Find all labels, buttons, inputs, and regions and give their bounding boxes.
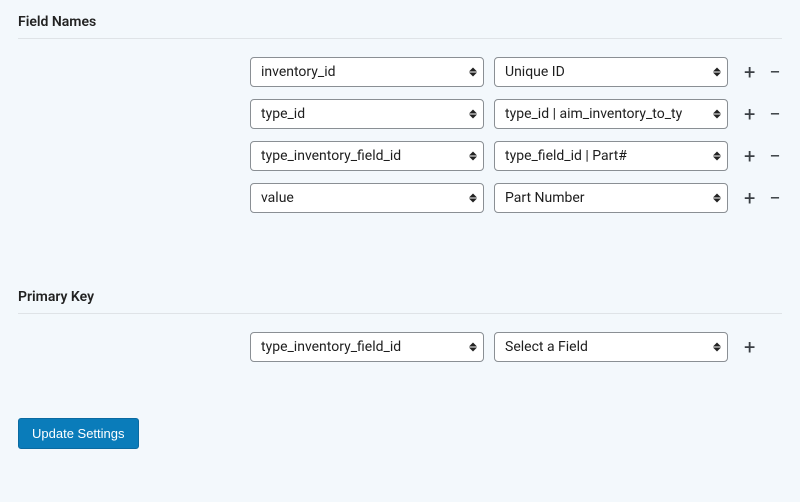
- select-arrows-icon: [713, 343, 721, 352]
- section-heading-field-names: Field Names: [18, 10, 782, 38]
- select-value: Unique ID: [505, 64, 565, 80]
- field-source-select[interactable]: type_id: [250, 99, 484, 129]
- primary-key-rows: type_inventory_field_id Select a Field +: [18, 332, 782, 362]
- field-source-select[interactable]: value: [250, 183, 484, 213]
- select-arrows-icon: [713, 68, 721, 77]
- row-actions: + −: [744, 146, 781, 166]
- add-row-button[interactable]: +: [744, 104, 755, 124]
- select-arrows-icon: [713, 110, 721, 119]
- field-source-select[interactable]: type_inventory_field_id: [250, 141, 484, 171]
- primary-key-section: Primary Key type_inventory_field_id Sele…: [18, 285, 782, 362]
- update-settings-button[interactable]: Update Settings: [18, 418, 139, 449]
- select-value: value: [261, 190, 294, 206]
- select-value: inventory_id: [261, 64, 336, 80]
- select-value: type_inventory_field_id: [261, 339, 401, 355]
- row-actions: + −: [744, 104, 781, 124]
- row-actions: + −: [744, 62, 781, 82]
- field-row: value Part Number + −: [250, 183, 782, 213]
- field-target-select[interactable]: type_field_id | Part#: [494, 141, 728, 171]
- select-arrows-icon: [469, 110, 477, 119]
- select-arrows-icon: [713, 194, 721, 203]
- field-row: type_inventory_field_id type_field_id | …: [250, 141, 782, 171]
- field-names-rows: inventory_id Unique ID + − type_id type_…: [18, 57, 782, 213]
- field-target-select[interactable]: Part Number: [494, 183, 728, 213]
- select-arrows-icon: [713, 152, 721, 161]
- remove-row-button[interactable]: −: [769, 104, 780, 124]
- section-heading-primary-key: Primary Key: [18, 285, 782, 313]
- select-arrows-icon: [469, 68, 477, 77]
- select-value: Select a Field: [505, 339, 588, 355]
- select-value: type_inventory_field_id: [261, 148, 401, 164]
- primary-key-target-select[interactable]: Select a Field: [494, 332, 728, 362]
- field-source-select[interactable]: inventory_id: [250, 57, 484, 87]
- select-value: type_id: [261, 106, 305, 122]
- field-row: inventory_id Unique ID + −: [250, 57, 782, 87]
- row-actions: +: [744, 337, 755, 357]
- primary-key-source-select[interactable]: type_inventory_field_id: [250, 332, 484, 362]
- add-row-button[interactable]: +: [744, 337, 755, 357]
- add-row-button[interactable]: +: [744, 146, 755, 166]
- select-value: type_field_id | Part#: [505, 148, 627, 164]
- field-target-select[interactable]: type_id | aim_inventory_to_ty: [494, 99, 728, 129]
- primary-key-row: type_inventory_field_id Select a Field +: [250, 332, 782, 362]
- field-target-select[interactable]: Unique ID: [494, 57, 728, 87]
- select-value: type_id | aim_inventory_to_ty: [505, 106, 682, 122]
- select-arrows-icon: [469, 194, 477, 203]
- field-row: type_id type_id | aim_inventory_to_ty + …: [250, 99, 782, 129]
- select-arrows-icon: [469, 343, 477, 352]
- add-row-button[interactable]: +: [744, 62, 755, 82]
- select-value: Part Number: [505, 190, 585, 206]
- divider: [18, 313, 782, 314]
- remove-row-button[interactable]: −: [769, 146, 780, 166]
- select-arrows-icon: [469, 152, 477, 161]
- add-row-button[interactable]: +: [744, 188, 755, 208]
- row-actions: + −: [744, 188, 781, 208]
- remove-row-button[interactable]: −: [769, 62, 780, 82]
- remove-row-button[interactable]: −: [769, 188, 780, 208]
- divider: [18, 38, 782, 39]
